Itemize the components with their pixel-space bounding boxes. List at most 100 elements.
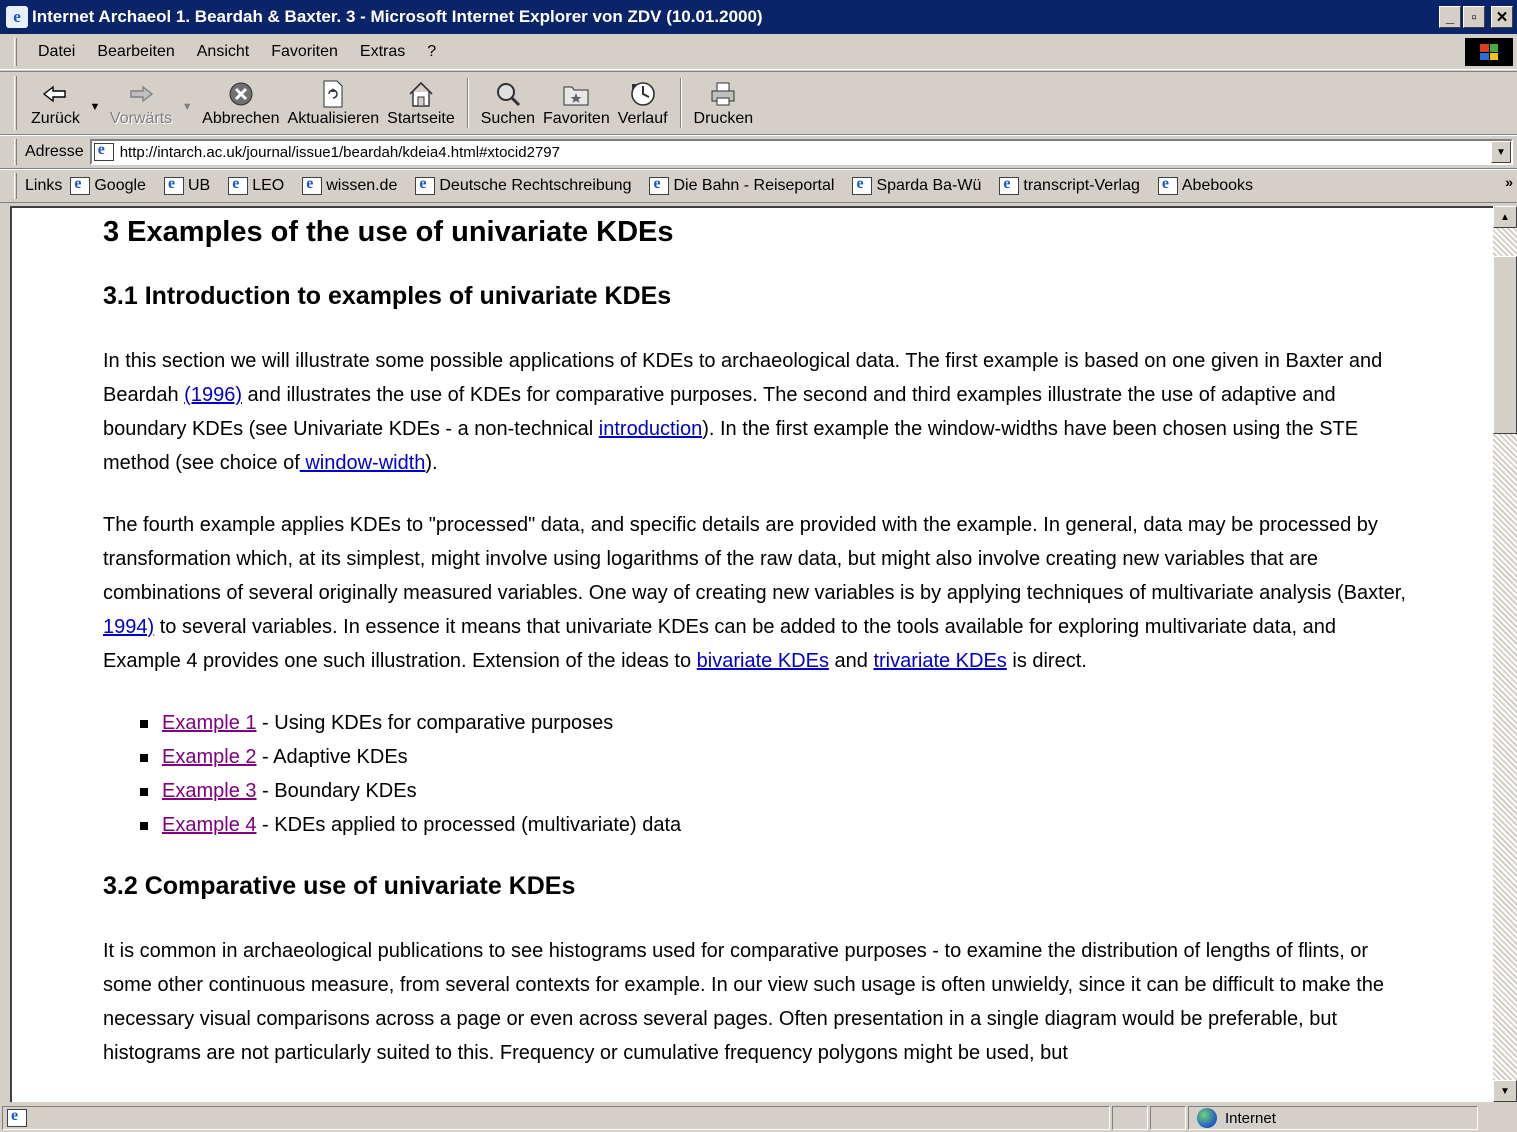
link-leo[interactable]: LEO (228, 175, 284, 195)
history-clock-icon (628, 79, 658, 109)
ie-logo-icon: e (6, 6, 28, 28)
status-panel (1112, 1106, 1148, 1130)
link-bivariate-kdes[interactable]: bivariate KDEs (697, 650, 829, 672)
address-label: Adresse (25, 143, 84, 160)
home-label: Startseite (387, 110, 455, 127)
scroll-up-icon[interactable]: ▲ (1493, 206, 1517, 228)
standard-toolbar: Zurück ▼ Vorwärts ▼ Abbrechen Aktualisie… (0, 71, 1517, 135)
zone-label: Internet (1225, 1109, 1276, 1127)
globe-icon (1197, 1108, 1217, 1128)
list-item: Example 2 - Adaptive KDEs (140, 740, 1413, 774)
favorites-label: Favoriten (543, 110, 610, 127)
home-icon (406, 79, 436, 109)
vertical-scrollbar[interactable]: ▲ ▼ (1493, 206, 1517, 1102)
scroll-down-icon[interactable]: ▼ (1493, 1080, 1517, 1102)
paragraph-comparative: It is common in archaeological publicati… (103, 940, 1385, 1064)
scroll-thumb[interactable] (1493, 256, 1517, 434)
home-button[interactable]: Startseite (383, 72, 459, 134)
links-more-chevron-icon[interactable]: » (1505, 174, 1513, 190)
print-label: Drucken (693, 110, 754, 127)
title-bar: e Internet Archaeol 1. Beardah & Baxter.… (0, 0, 1517, 34)
page-icon (228, 175, 249, 195)
link-rechtschreibung[interactable]: Deutsche Rechtschreibung (415, 175, 631, 195)
refresh-icon (318, 79, 348, 109)
status-bar: Internet (0, 1104, 1517, 1132)
page-icon (415, 175, 436, 195)
link-abebooks[interactable]: Abebooks (1157, 175, 1253, 195)
page-icon (1157, 175, 1178, 195)
forward-button[interactable]: Vorwärts (106, 72, 176, 134)
page-title: 3 Examples of the use of univariate KDEs (103, 216, 674, 248)
stop-icon (226, 79, 256, 109)
page-icon (852, 175, 873, 195)
windows-throbber-icon (1465, 38, 1513, 66)
status-main-panel (2, 1106, 1110, 1130)
minimize-button[interactable]: _ (1439, 6, 1461, 28)
examples-list: Example 1 - Using KDEs for comparative p… (140, 706, 1413, 842)
search-label: Suchen (480, 110, 536, 127)
search-icon (493, 79, 523, 109)
stop-button[interactable]: Abbrechen (198, 72, 283, 134)
link-ub[interactable]: UB (163, 175, 210, 195)
menu-bearbeiten[interactable]: Bearbeiten (97, 43, 174, 61)
toolbar-separator (466, 78, 469, 128)
links-bar-grip[interactable] (14, 173, 17, 199)
page-icon (93, 141, 114, 161)
maximize-button[interactable]: ▫ (1463, 6, 1485, 28)
link-example-1[interactable]: Example 1 (162, 712, 257, 734)
page-content: 3 Examples of the use of univariate KDEs… (103, 210, 1413, 1098)
search-button[interactable]: Suchen (477, 72, 539, 134)
link-1996[interactable]: (1996) (184, 384, 242, 406)
link-transcript[interactable]: transcript-Verlag (999, 175, 1140, 195)
menu-favoriten[interactable]: Favoriten (271, 43, 338, 61)
address-field[interactable]: ▼ (89, 139, 1513, 165)
forward-dropdown-icon[interactable]: ▼ (176, 72, 198, 134)
link-introduction[interactable]: introduction (599, 418, 702, 440)
page-icon (7, 1107, 27, 1127)
link-window-width[interactable]: window-width (300, 452, 425, 474)
page-icon (302, 175, 323, 195)
menu-datei[interactable]: Datei (38, 43, 75, 61)
page-icon (999, 175, 1020, 195)
link-sparda[interactable]: Sparda Ba-Wü (852, 175, 981, 195)
address-dropdown-icon[interactable]: ▼ (1491, 141, 1511, 163)
address-bar: Adresse ▼ (0, 135, 1517, 169)
page-icon (70, 175, 91, 195)
link-wissen[interactable]: wissen.de (302, 175, 397, 195)
link-example-4[interactable]: Example 4 (162, 814, 257, 836)
menu-bar-grip[interactable] (14, 37, 17, 66)
link-trivariate-kdes[interactable]: trivariate KDEs (873, 650, 1006, 672)
page-viewport: 3 Examples of the use of univariate KDEs… (10, 206, 1517, 1102)
printer-icon (708, 79, 738, 109)
menu-help[interactable]: ? (427, 43, 436, 61)
print-button[interactable]: Drucken (690, 72, 758, 134)
back-dropdown-icon[interactable]: ▼ (84, 72, 106, 134)
link-example-3[interactable]: Example 3 (162, 780, 257, 802)
history-button[interactable]: Verlauf (614, 72, 672, 134)
security-zone: Internet (1188, 1106, 1478, 1130)
refresh-label: Aktualisieren (287, 110, 380, 127)
forward-arrow-icon (126, 79, 156, 109)
refresh-button[interactable]: Aktualisieren (284, 72, 384, 134)
list-item: Example 4 - KDEs applied to processed (m… (140, 808, 1413, 842)
toolbar-grip[interactable] (14, 76, 17, 130)
back-label: Zurück (31, 110, 80, 127)
window-title: Internet Archaeol 1. Beardah & Baxter. 3… (32, 7, 763, 26)
paragraph-intro: In this section we will illustrate some … (103, 350, 1383, 474)
page-icon (649, 175, 670, 195)
link-bahn[interactable]: Die Bahn - Reiseportal (649, 175, 834, 195)
section-heading-comparative: 3.2 Comparative use of univariate KDEs (103, 872, 576, 900)
url-input[interactable] (119, 143, 1491, 161)
window-controls: _ ▫ ✕ (1439, 6, 1513, 28)
link-1994[interactable]: 1994) (103, 616, 154, 638)
address-bar-grip[interactable] (14, 139, 17, 165)
close-button[interactable]: ✕ (1491, 6, 1513, 28)
link-google[interactable]: Google (70, 175, 146, 195)
links-label[interactable]: Links (25, 177, 62, 195)
back-button[interactable]: Zurück (27, 72, 84, 134)
history-label: Verlauf (617, 110, 668, 127)
favorites-button[interactable]: Favoriten (539, 72, 614, 134)
menu-extras[interactable]: Extras (360, 43, 405, 61)
link-example-2[interactable]: Example 2 (162, 746, 257, 768)
menu-ansicht[interactable]: Ansicht (197, 43, 249, 61)
